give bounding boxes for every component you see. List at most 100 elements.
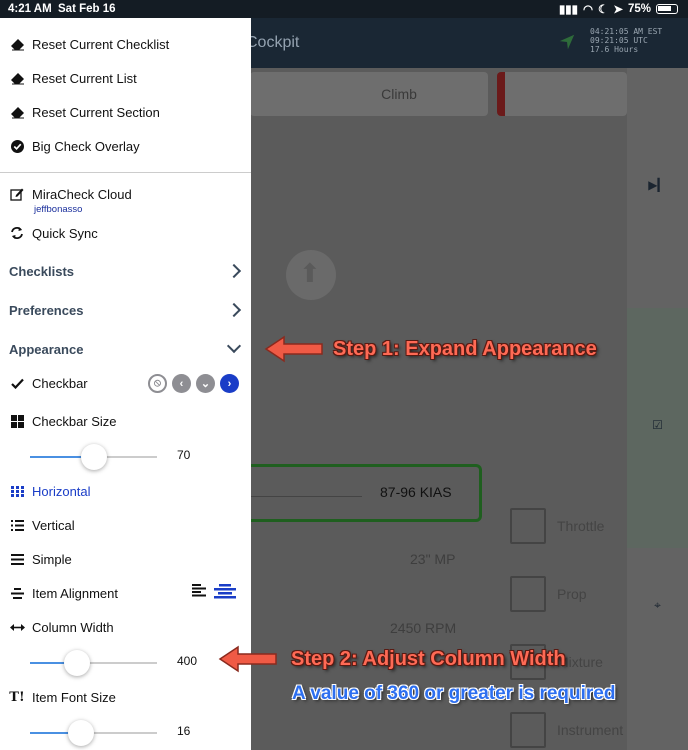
tab-climb[interactable]: Climb (250, 72, 488, 116)
checkbox-instrument[interactable] (510, 712, 546, 748)
signal-icon: ▮▮▮ (558, 4, 578, 16)
column-width-label: Column Width (32, 619, 114, 635)
clock-local: 04:21:05 AM EST (590, 27, 663, 36)
item-value-mp: 23" MP (410, 551, 456, 567)
requirement-note: A value of 360 or greater is required (292, 683, 616, 704)
drawer-divider (0, 172, 251, 173)
scroll-up-icon[interactable] (286, 250, 336, 300)
checkbar-size-slider[interactable] (30, 444, 157, 470)
chevron-down-icon[interactable] (226, 338, 242, 354)
checkbar-size-value: 70 (177, 448, 191, 462)
layout-simple-label: Simple (32, 551, 72, 567)
item-value-rpm: 2450 RPM (390, 620, 457, 636)
layout-horizontal-label: Horizontal (32, 483, 91, 499)
big-check-overlay-label: Big Check Overlay (32, 138, 140, 154)
layout-horizontal-item[interactable]: Horizontal (9, 483, 91, 499)
status-time: 4:21 AM (8, 3, 52, 15)
skip-forward-icon[interactable]: ▶▎ (627, 178, 688, 192)
status-date: Sat Feb 16 (58, 3, 116, 15)
step1-annotation: Step 1: Expand Appearance (333, 338, 597, 360)
chevron-down-icon[interactable]: ⌄ (196, 374, 215, 393)
status-bar: 4:21 AM Sat Feb 16 ▮▮▮ ◠ ☾ ➤ 75% (0, 0, 688, 18)
step1-arrow-icon (264, 335, 323, 363)
reset-checklist-item[interactable]: Reset Current Checklist (9, 36, 169, 52)
moon-icon: ☾ (598, 4, 609, 16)
column-width-slider[interactable] (30, 650, 157, 676)
label-throttle: Throttle (557, 518, 605, 534)
label-instrument: Instrument (557, 722, 624, 738)
eraser-icon (9, 104, 25, 120)
checkbox-prop[interactable] (510, 576, 546, 612)
eraser-icon (9, 70, 25, 86)
column-width-value: 400 (177, 654, 198, 668)
wifi-icon: ◠ (582, 4, 594, 16)
chevron-right-icon[interactable] (226, 302, 242, 318)
menu-lines-icon (9, 551, 25, 567)
grid-dots-icon (9, 483, 25, 499)
cloud-username: jeffbonasso (34, 204, 83, 215)
label-prop: Prop (557, 586, 587, 602)
item-font-size-slider[interactable] (30, 720, 157, 746)
align-center-icon[interactable] (214, 584, 236, 599)
item-alignment-item: Item Alignment (9, 585, 118, 601)
slider-knob[interactable] (67, 720, 94, 746)
checkmark-icon (9, 375, 25, 391)
align-center-icon (9, 585, 25, 601)
edit-icon (9, 186, 25, 202)
selected-checklist-item[interactable]: 87-96 KIAS (250, 464, 482, 522)
grid-icon (9, 413, 25, 429)
reset-section-label: Reset Current Section (32, 104, 160, 120)
app-title: Cockpit (246, 34, 300, 51)
checkbar-label: Checkbar (32, 375, 88, 391)
battery-percent: 75% (627, 3, 651, 15)
checkbox-throttle[interactable] (510, 508, 546, 544)
checkbar-size-label: Checkbar Size (32, 413, 117, 429)
layout-vertical-label: Vertical (32, 517, 75, 533)
item-value: 87-96 KIAS (380, 484, 452, 500)
chevron-right-icon[interactable] (226, 263, 242, 279)
leader-line (250, 496, 362, 497)
section-appearance[interactable]: Appearance (9, 342, 83, 357)
miracheck-cloud-item[interactable]: MiraCheck Cloud (9, 186, 132, 202)
checkbox-icon[interactable]: ☑ (627, 418, 688, 432)
clock-display: 04:21:05 AM EST 09:21:05 UTC 17.6 Hours (590, 27, 662, 54)
arrows-horizontal-icon (9, 619, 25, 635)
checkbar-position-buttons: ⦸ ‹ ⌄ › (148, 374, 239, 393)
checkbar-item: Checkbar (9, 375, 88, 391)
reset-list-item[interactable]: Reset Current List (9, 70, 137, 86)
list-icon (9, 517, 25, 533)
alignment-buttons (192, 584, 236, 599)
status-icons: ▮▮▮ ◠ ☾ ➤ 75% (559, 2, 678, 16)
none-icon[interactable]: ⦸ (148, 374, 167, 393)
chevron-right-icon[interactable]: › (220, 374, 239, 393)
align-left-icon[interactable] (192, 584, 206, 597)
item-alignment-label: Item Alignment (32, 585, 118, 601)
reset-list-label: Reset Current List (32, 70, 137, 86)
layout-vertical-item[interactable]: Vertical (9, 517, 75, 533)
chevron-left-icon[interactable]: ‹ (172, 374, 191, 393)
quick-sync-item[interactable]: Quick Sync (9, 225, 98, 241)
reset-section-item[interactable]: Reset Current Section (9, 104, 160, 120)
checkbar-size-item: Checkbar Size (9, 413, 117, 429)
step2-arrow-icon (218, 645, 277, 673)
clock-utc: 09:21:05 UTC (590, 36, 648, 45)
sync-icon (9, 225, 25, 241)
item-font-size-label: Item Font Size (32, 689, 116, 705)
slider-knob[interactable] (80, 444, 107, 470)
big-check-overlay-item[interactable]: Big Check Overlay (9, 138, 140, 154)
quick-sync-label: Quick Sync (32, 225, 98, 241)
miracheck-cloud-label: MiraCheck Cloud (32, 186, 132, 202)
section-checklists[interactable]: Checklists (9, 264, 74, 279)
location-icon: ➤ (613, 4, 623, 16)
navigation-icon[interactable] (558, 33, 576, 51)
tab-next[interactable] (497, 72, 627, 116)
slider-knob[interactable] (63, 650, 90, 676)
binoculars-icon[interactable]: ⌖ (627, 598, 688, 613)
font-size-icon: T! (9, 689, 25, 705)
item-font-size-item: T! Item Font Size (9, 689, 116, 705)
item-font-size-value: 16 (177, 724, 191, 738)
layout-simple-item[interactable]: Simple (9, 551, 72, 567)
clock-hours: 17.6 Hours (590, 45, 639, 54)
section-preferences[interactable]: Preferences (9, 303, 83, 318)
reset-checklist-label: Reset Current Checklist (32, 36, 170, 52)
